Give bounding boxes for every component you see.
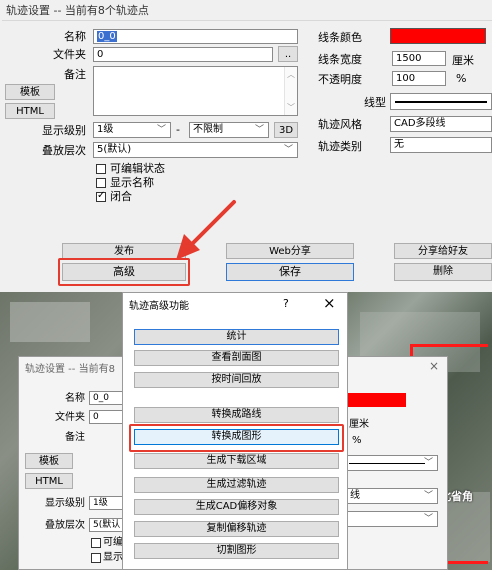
window-title: 轨迹设置 -- 当前有8个轨迹点 <box>6 4 149 17</box>
save-button[interactable]: 保存 <box>226 263 354 281</box>
layer-label: 叠放层次 <box>42 144 86 157</box>
annotation-arrow <box>176 200 236 260</box>
time-playback-button[interactable]: 按时间回放 <box>134 372 339 388</box>
style-label: 轨迹风格 <box>318 118 362 131</box>
level-to-select[interactable]: 不限制 ﹀ <box>189 122 269 138</box>
generate-filtered-track-button[interactable]: 生成过滤轨迹 <box>134 477 339 493</box>
back-note-label: 备注 <box>65 432 85 443</box>
editable-checkbox-label: 可编辑状态 <box>110 162 165 175</box>
back-show-name-label: 显示 <box>103 552 123 563</box>
line-type-label: 线型 <box>364 96 386 109</box>
back-window-title: 轨迹设置 -- 当前有8 <box>25 364 115 375</box>
browse-folder-button[interactable]: .. <box>278 46 298 62</box>
dialog-title: 轨迹高级功能 <box>129 301 189 312</box>
back-line-type-select[interactable]: ﹀ <box>346 455 438 471</box>
map-block <box>10 302 90 342</box>
level-separator: - <box>176 123 180 136</box>
line-color-label: 线条颜色 <box>318 31 362 44</box>
line-sample <box>395 101 487 103</box>
chevron-down-icon: ﹀ <box>423 514 433 524</box>
line-color-swatch[interactable] <box>390 28 486 44</box>
opacity-input[interactable]: 100 <box>392 71 446 86</box>
category-select[interactable]: 无 <box>390 137 492 153</box>
advanced-highlight <box>58 258 190 286</box>
scroll-up-icon[interactable]: ︿ <box>287 68 295 81</box>
chevron-down-icon: ﹀ <box>423 458 433 468</box>
track-settings-window: 轨迹设置 -- 当前有8个轨迹点 名称 0_0 文件夹 0 .. 备注 ︿ ﹀ … <box>0 0 492 292</box>
note-scrollbar[interactable]: ︿ ﹀ <box>284 67 297 115</box>
line-width-unit: 厘米 <box>452 54 474 67</box>
show-name-checkbox[interactable] <box>96 178 106 188</box>
line-width-label: 线条宽度 <box>318 53 362 66</box>
layer-select[interactable]: 5(默认) ﹀ <box>93 142 298 158</box>
scroll-down-icon[interactable]: ﹀ <box>287 101 295 114</box>
dialog-close-icon[interactable]: × <box>323 294 336 312</box>
profile-view-button[interactable]: 查看剖面图 <box>134 350 339 366</box>
name-input[interactable]: 0_0 <box>93 29 298 44</box>
category-label: 轨迹类别 <box>318 140 362 153</box>
share-friend-button[interactable]: 分享给好友 <box>394 243 492 259</box>
cut-shape-button[interactable]: 切割图形 <box>134 543 339 559</box>
chevron-down-icon: ﹀ <box>283 145 293 155</box>
back-editable-checkbox[interactable] <box>91 538 101 548</box>
copy-offset-track-button[interactable]: 复制偏移轨迹 <box>134 521 339 537</box>
back-style-value: 线 <box>350 490 360 501</box>
back-folder-label: 文件夹 <box>55 412 85 423</box>
back-layer-label: 叠放层次 <box>45 520 85 531</box>
back-editable-label: 可编 <box>103 537 123 548</box>
line-type-select[interactable] <box>390 93 492 110</box>
name-value: 0_0 <box>97 31 117 42</box>
note-label: 备注 <box>64 68 86 81</box>
back-line-sample <box>349 463 425 464</box>
closed-checkbox-label: 闭合 <box>110 190 132 203</box>
chevron-down-icon: ﹀ <box>254 125 264 135</box>
line-width-input[interactable]: 1500 <box>392 51 446 66</box>
generate-download-area-button[interactable]: 生成下载区域 <box>134 453 339 469</box>
back-name-label: 名称 <box>65 393 85 404</box>
generate-cad-offset-button[interactable]: 生成CAD偏移对象 <box>134 499 339 515</box>
back-show-name-checkbox[interactable] <box>91 553 101 563</box>
folder-input[interactable]: 0 <box>93 47 273 62</box>
chevron-down-icon: ﹀ <box>423 491 433 501</box>
level-from-select[interactable]: 1级 ﹀ <box>93 122 171 138</box>
layer-value: 5(默认) <box>97 144 132 155</box>
back-category-select[interactable]: ﹀ <box>346 511 438 527</box>
statistics-button[interactable]: 统计 <box>134 329 339 345</box>
closed-checkbox[interactable]: ✓ <box>96 190 106 202</box>
html-button[interactable]: HTML <box>5 103 55 119</box>
back-level-label: 显示级别 <box>45 498 85 509</box>
back-html-button[interactable]: HTML <box>25 473 73 489</box>
show-name-checkbox-label: 显示名称 <box>110 176 154 189</box>
three-d-button[interactable]: 3D <box>274 122 298 138</box>
template-button[interactable]: 模板 <box>5 84 55 100</box>
back-close-icon[interactable]: × <box>429 359 439 373</box>
level-label: 显示级别 <box>42 124 86 137</box>
convert-to-route-button[interactable]: 转换成路线 <box>134 407 339 423</box>
delete-button[interactable]: 删除 <box>394 263 492 281</box>
help-icon[interactable]: ? <box>283 297 289 310</box>
note-textarea[interactable]: ︿ ﹀ <box>93 66 298 116</box>
back-line-color-swatch <box>346 393 406 407</box>
style-select[interactable]: CAD多段线 <box>390 116 492 132</box>
editable-checkbox[interactable] <box>96 164 106 174</box>
chevron-down-icon: ﹀ <box>156 125 166 135</box>
convert-shape-highlight <box>129 424 344 452</box>
back-pct-label: % <box>352 435 362 446</box>
checkmark-icon: ✓ <box>97 190 106 201</box>
back-template-button[interactable]: 模板 <box>25 453 73 469</box>
back-style-select[interactable]: 线 ﹀ <box>346 488 438 504</box>
opacity-unit: % <box>456 72 467 85</box>
folder-label: 文件夹 <box>53 48 86 61</box>
web-share-button[interactable]: Web分享 <box>226 243 354 259</box>
level-to-value: 不限制 <box>193 124 223 135</box>
back-unit-label: 厘米 <box>349 419 369 430</box>
opacity-label: 不透明度 <box>318 73 362 86</box>
name-label: 名称 <box>64 30 86 43</box>
publish-button[interactable]: 发布 <box>62 243 186 259</box>
level-from-value: 1级 <box>97 124 114 135</box>
